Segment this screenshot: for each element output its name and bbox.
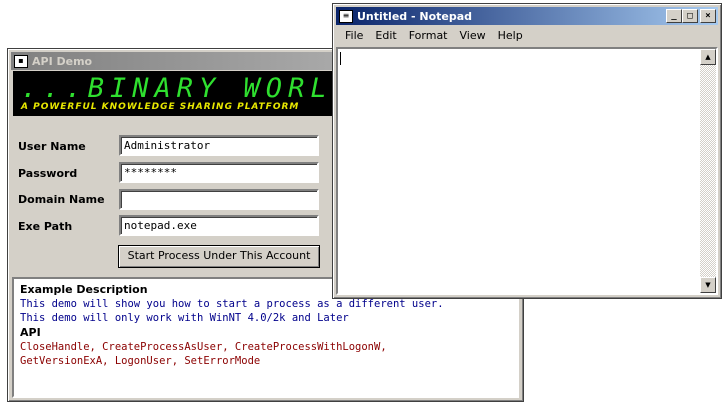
api-heading: API [20,326,41,339]
notepad-title: Untitled - Notepad [357,9,473,23]
user-name-input[interactable]: Administrator [119,135,319,156]
notepad-menubar: File Edit Format View Help [336,26,718,46]
description-line: This demo will show you how to start a p… [20,298,444,310]
scroll-up-icon[interactable]: ▲ [700,49,716,65]
exe-path-label: Exe Path [18,220,73,233]
exe-path-input[interactable]: notepad.exe [119,215,319,236]
api-list-line: CloseHandle, CreateProcessAsUser, Create… [20,341,387,353]
domain-name-label: Domain Name [18,193,105,206]
close-icon[interactable]: × [700,9,716,23]
notepad-icon: ≡ [339,9,353,23]
menu-help[interactable]: Help [492,27,529,45]
maximize-icon[interactable]: □ [682,9,698,23]
domain-name-input[interactable] [119,189,319,210]
password-label: Password [18,167,78,180]
notepad-text-area[interactable]: ▲ ▼ [336,47,718,295]
scroll-down-icon[interactable]: ▼ [700,277,716,293]
api-list-line: GetVersionExA, LogonUser, SetErrorMode [20,355,261,367]
menu-view[interactable]: View [454,27,492,45]
password-input[interactable]: ******** [119,162,319,183]
vertical-scrollbar[interactable]: ▲ ▼ [700,49,716,293]
menu-edit[interactable]: Edit [369,27,402,45]
menu-format[interactable]: Format [403,27,454,45]
text-caret [340,52,341,65]
user-name-label: User Name [18,140,86,153]
app-icon: ▪ [14,54,28,68]
start-process-button[interactable]: Start Process Under This Account [118,245,320,268]
caption-buttons: _ □ × [666,9,716,23]
menu-file[interactable]: File [339,27,369,45]
minimize-icon[interactable]: _ [666,9,682,23]
description-line: This demo will only work with WinNT 4.0/… [20,312,349,324]
notepad-titlebar[interactable]: ≡ Untitled - Notepad _ □ × [336,7,718,25]
api-demo-title: API Demo [32,54,93,68]
notepad-window: ≡ Untitled - Notepad _ □ × File Edit For… [332,3,722,299]
